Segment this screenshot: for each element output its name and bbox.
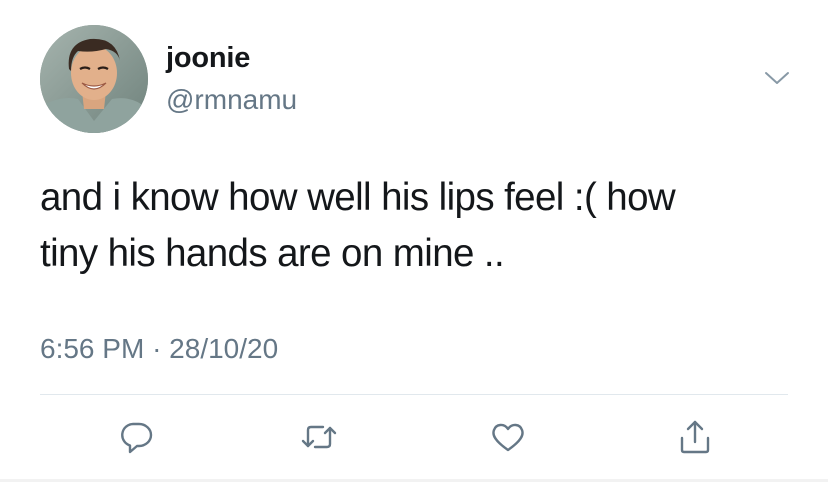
share-icon: [680, 420, 710, 454]
tweet-card: joonie @rmnamu and i know how well his l…: [0, 0, 828, 482]
retweet-icon: [301, 425, 337, 449]
tweet-time: 6:56 PM: [40, 333, 145, 364]
tweet-text-line: tiny his hands are on mine ..: [40, 232, 505, 275]
like-button[interactable]: [483, 412, 533, 462]
retweet-button[interactable]: [294, 412, 344, 462]
tweet-timestamp[interactable]: 6:56 PM · 28/10/20: [40, 333, 278, 365]
heart-icon: [492, 423, 524, 452]
reply-button[interactable]: [111, 412, 161, 462]
avatar[interactable]: [40, 25, 148, 133]
chevron-down-icon[interactable]: [762, 66, 792, 90]
tweet-date: 28/10/20: [169, 333, 279, 364]
tweet-text: and i know how well his lips feel :( how…: [40, 170, 800, 282]
tweet-text-line: and i know how well his lips feel :( how: [40, 176, 676, 219]
divider: [40, 394, 788, 395]
share-button[interactable]: [670, 412, 720, 462]
action-bar: [0, 412, 828, 462]
display-name[interactable]: joonie: [166, 42, 250, 75]
avatar-photo: [40, 25, 148, 133]
reply-icon: [121, 422, 153, 454]
meta-separator: ·: [152, 333, 162, 364]
user-handle[interactable]: @rmnamu: [166, 84, 297, 116]
